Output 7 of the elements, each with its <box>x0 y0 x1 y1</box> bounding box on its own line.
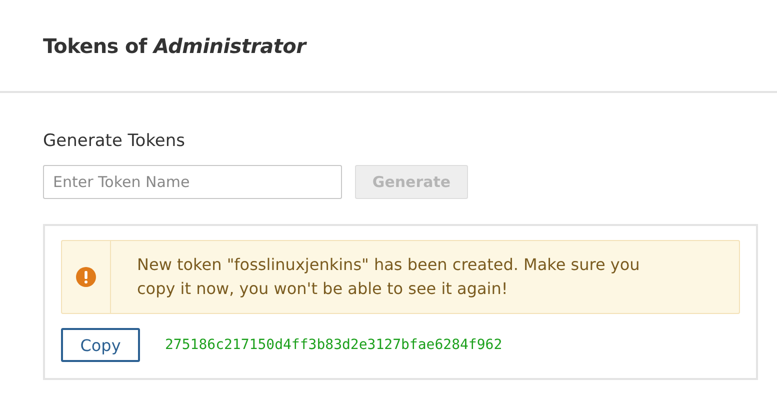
alert-message: New token "fosslinuxjenkins" has been created. Make sure you copy it now, you won't be able to see it again! <box>136 254 641 300</box>
token-value: 275186c217150d4ff3b83d2e3127bfae6284f962 <box>165 337 502 353</box>
section-heading: Generate Tokens <box>43 131 186 151</box>
token-name-field[interactable]: Enter Token Name <box>43 165 342 199</box>
page-title: Tokens of Administrator <box>43 34 306 58</box>
exclamation-icon <box>76 267 96 287</box>
copy-button[interactable]: Copy <box>61 328 140 362</box>
